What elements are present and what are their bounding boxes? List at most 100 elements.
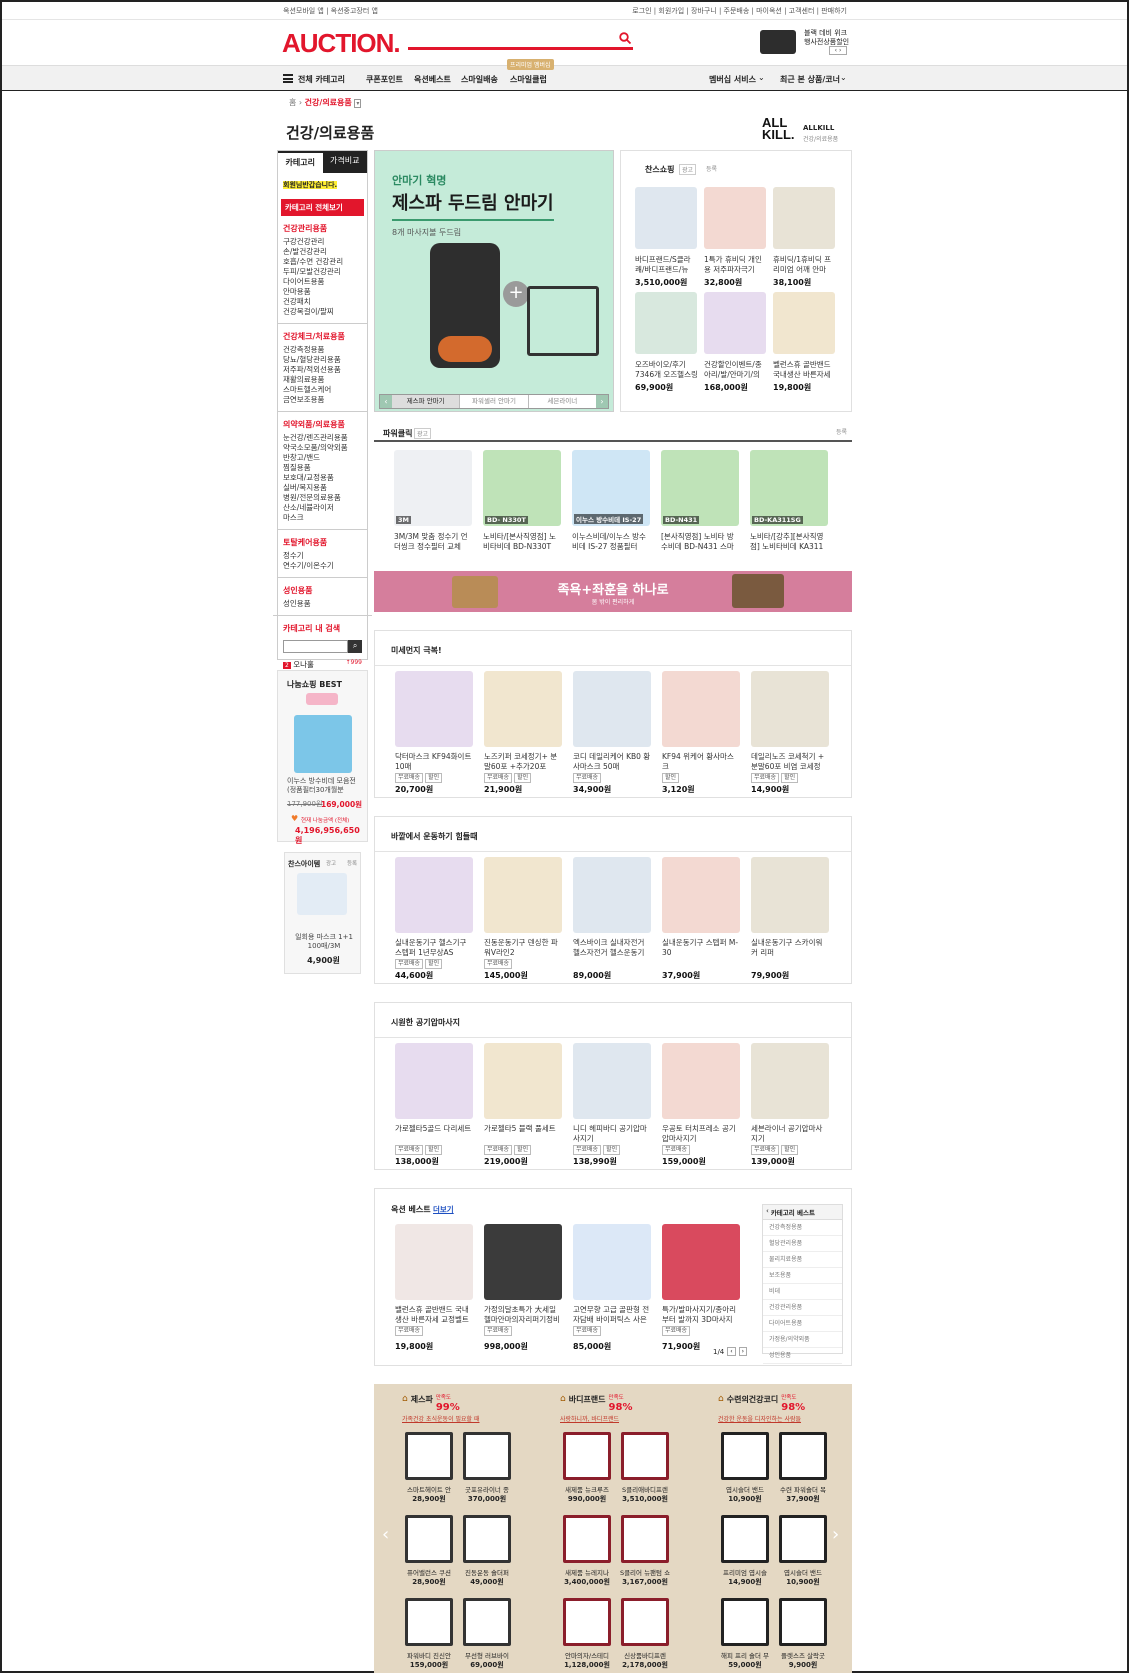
brand-product[interactable]: S클리어 뉴팬텀 쇼 3,167,000원 [618,1515,672,1587]
product-card[interactable]: 닥터마스크 KF94화이트 10매 무료배송 할인 20,700원 [395,671,473,795]
product-name[interactable]: 벨런스휴 골반밴드 국내생산 바른자세 [773,360,837,380]
chance-product[interactable]: 1특가 휴비딕 개인용 저주파자극기 32,800원 [704,187,768,288]
product-name[interactable]: 밸런스휴 골반밴드 국내생산 바른자세 교정벨트 [395,1305,473,1325]
category-link[interactable]: 금연보조용품 [283,395,362,405]
product-name[interactable]: 데일리노즈 코세척기 + 분말60포 비염 코세정 [751,752,829,772]
product-image[interactable] [563,1432,611,1480]
category-group-title[interactable]: 의약외품/의료용품 [283,419,362,430]
promo-image[interactable] [760,30,796,54]
category-link[interactable]: 성인용품 [283,599,362,609]
product-name[interactable]: 우공토 터치프레소 공기압마사지기 [662,1124,740,1144]
allkill-logo[interactable]: ALL KILL. [762,116,796,141]
breadcrumb-home[interactable]: 홈 [289,98,296,107]
product-card[interactable]: 가로젤타5골드 다리세트 무료배송 할인 138,000원 [395,1043,473,1167]
category-link[interactable]: 병원/전문의료용품 [283,493,362,503]
promo-banner[interactable]: 족욕+좌훈을 하나로 몸 밖이 편리하게 [374,571,852,612]
promo-pager[interactable]: ‹ › [829,46,847,55]
search-icon[interactable]: ⌕ [348,640,362,653]
product-name[interactable]: 플렛스즈 살락굿 [776,1650,830,1660]
chance-item-image[interactable] [297,873,347,915]
powerclick-register-link[interactable]: 등록 [836,427,847,436]
product-name[interactable]: 엽시슬더 밴드 [718,1484,772,1494]
product-card[interactable]: 실내운동기구 스카이워커 리퍼 79,900원 [751,857,829,981]
brand-link[interactable]: 건강한 운동을 디자인하는 사람들 [718,1414,868,1423]
product-name[interactable]: 새제품 뉴레지나 [560,1567,614,1577]
category-best-item[interactable]: 건강측정용품 [763,1220,842,1236]
category-best-item[interactable]: 비데 [763,1284,842,1300]
product-card[interactable]: 노즈키퍼 코세정기+ 분말60포 +추가20포 무료배송 할인 21,900원 [484,671,562,795]
best-product[interactable]: 밸런스휴 골반밴드 국내생산 바른자세 교정벨트 무료배송 19,800원 [395,1224,473,1352]
search-input[interactable] [408,47,633,50]
category-link[interactable]: 스마트헬스케어 [283,385,362,395]
product-card[interactable]: 우공토 터치프레소 공기압마사지기 무료배송 159,000원 [662,1043,740,1167]
account-links[interactable]: 로그인 | 회원가입 | 장바구니 | 주문배송 | 마이옥션 | 고객센터 |… [632,6,847,16]
product-image[interactable] [563,1515,611,1563]
product-image[interactable] [395,857,473,933]
nav-item-best[interactable]: 옥션베스트 [414,74,451,85]
plus-icon[interactable]: + [503,281,529,307]
chevron-down-icon[interactable]: ▾ [354,99,362,108]
category-link[interactable]: 건강측정용품 [283,345,362,355]
product-card[interactable]: 세븐라이너 공기압마사지기 무료배송 할인 139,000원 [751,1043,829,1167]
category-best-item[interactable]: 다이어트용품 [763,1316,842,1332]
product-image[interactable]: 이누스 방수비데 IS-27 [572,450,650,526]
chance-product[interactable]: 휴비딕/1휴비딕 프리미엄 어깨 안마 38,100원 [773,187,837,288]
product-name[interactable]: 진동운동기구 덴싱한 파워V라인2 [484,938,562,958]
product-card[interactable]: 엑스바이크 실내자전거 헬스자전거 헬스운동기 89,000원 [573,857,651,981]
product-name[interactable]: S클리어 뉴팬텀 쇼 [618,1567,672,1577]
category-link[interactable]: 건강패치 [283,297,362,307]
category-group-title[interactable]: 건강체크/처료용품 [283,331,362,342]
product-card[interactable]: 니디 헤피바디 공기압마사지기 무료배송 할인 138,990원 [573,1043,651,1167]
category-link[interactable]: 당뇨/혈당관리용품 [283,355,362,365]
product-image[interactable] [395,671,473,747]
category-best-item[interactable]: 성인용품 [763,1348,842,1364]
product-name[interactable]: 파워바디 진신안 [402,1650,456,1660]
product-image[interactable] [779,1515,827,1563]
brand-name[interactable]: 바디프랜드 [569,1394,606,1405]
chevron-left-icon[interactable]: ‹ [382,1524,389,1545]
search-icon[interactable] [619,32,632,45]
brand-product[interactable]: 무선형 러브바이 69,000원 [460,1598,514,1670]
product-image[interactable] [573,1043,651,1119]
brand-name[interactable]: 제스파 [411,1394,433,1405]
product-name[interactable]: 가로젤타5골드 다리세트 [395,1124,473,1144]
product-image[interactable] [621,1515,669,1563]
product-image[interactable] [751,857,829,933]
product-image[interactable] [635,187,697,249]
product-name[interactable]: 새제품 뉴크루즈 [560,1484,614,1494]
product-card[interactable]: 진동운동기구 덴싱한 파워V라인2 무료배송 145,000원 [484,857,562,981]
product-image[interactable] [484,671,562,747]
category-group-title[interactable]: 토탈케어용품 [283,537,362,548]
brand-product[interactable]: 스마트헤이트 안 28,900원 [402,1432,456,1504]
brand-product[interactable]: 파워바디 진신안 159,000원 [402,1598,456,1670]
category-link[interactable]: 마스크 [283,513,362,523]
product-name[interactable]: 닥터마스크 KF94화이트 10매 [395,752,473,772]
best-product[interactable]: 가정의달초특가 大세일 헬마안마의자리퍼기정비 무료배송 998,000원 [484,1224,562,1352]
product-image[interactable] [721,1515,769,1563]
category-link[interactable]: 약국소모품/의약외품 [283,443,362,453]
product-image[interactable] [484,1043,562,1119]
app-links[interactable]: 옥션모바일 앱 | 옥션중고장터 앱 [283,6,378,16]
category-link[interactable]: 눈건강/렌즈관리용품 [283,433,362,443]
product-name[interactable]: [본사직영점] 노비타 방수비데 BD-N431 스마트 [661,532,739,552]
category-link[interactable]: 보호대/교정용품 [283,473,362,483]
product-image[interactable] [773,187,835,249]
keyword-name[interactable]: 오나홀 [293,660,314,669]
chance-product[interactable]: 오즈바이오/후기7346개 오즈헬스링 69,900원 [635,292,699,393]
brand-product[interactable]: 새제품 뉴레지나 3,400,000원 [560,1515,614,1587]
product-card[interactable]: KF94 위케어 황사마스크 할인 3,120원 [662,671,740,795]
chance-register-link[interactable]: 등록 [706,164,717,173]
product-card[interactable]: 실내운동기구 스텝퍼 M-30 37,900원 [662,857,740,981]
product-card[interactable]: 가로젤타5 블랙 풀세트 무료배송 할인 219,000원 [484,1043,562,1167]
all-categories-button[interactable]: 전체 카테고리 [298,74,345,85]
product-image[interactable]: BD-KA311SG [750,450,828,526]
product-image[interactable] [621,1598,669,1646]
product-name[interactable]: 특가/발마사지기/종아리부터 발까지 3D마사지 [662,1305,740,1325]
chevron-left-icon[interactable]: ‹ [380,395,392,408]
product-image[interactable] [484,857,562,933]
brand-product[interactable]: 신상품바디프렌 2,178,000원 [618,1598,672,1670]
product-name[interactable]: 안마의자/스테디 [560,1650,614,1660]
hero-tab-2[interactable]: 파워셀러 안마기 [460,395,529,408]
nav-item-smile-delivery[interactable]: 스마일배송 [461,74,498,85]
product-image[interactable] [779,1598,827,1646]
